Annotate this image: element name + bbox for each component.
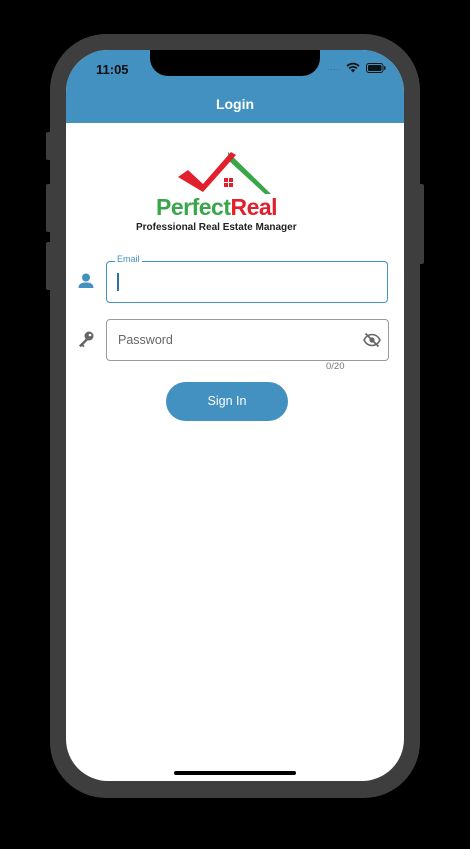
email-label: Email	[115, 254, 142, 264]
house-check-icon	[178, 152, 271, 194]
logo-word-real: Real	[230, 194, 278, 220]
volume-up-button	[46, 184, 52, 232]
signal-dots: ....	[327, 63, 340, 72]
status-time: 11:05	[96, 62, 129, 77]
password-field[interactable]: Password	[106, 319, 389, 361]
key-icon	[79, 331, 94, 348]
nav-bar: 11:05 .... Login	[66, 50, 404, 123]
volume-down-button	[46, 242, 52, 290]
person-icon	[78, 273, 94, 288]
logo: PerfectReal Professional Real Estate Man…	[136, 150, 316, 234]
sign-in-button[interactable]: Sign In	[166, 382, 288, 421]
page-title: Login	[215, 96, 255, 112]
password-counter: 0/20	[326, 361, 345, 372]
home-indicator	[174, 771, 296, 775]
status-icons: ....	[327, 62, 386, 73]
logo-tagline: Professional Real Estate Manager	[136, 222, 297, 233]
logo-word-perfect: Perfect	[156, 194, 231, 220]
battery-icon	[366, 62, 386, 73]
mute-switch	[46, 132, 52, 160]
power-button	[418, 184, 424, 264]
wifi-icon	[346, 62, 360, 73]
screen: 11:05 .... Login PerfectReal Professiona…	[66, 50, 404, 781]
text-caret	[117, 273, 119, 291]
notch	[150, 50, 320, 76]
password-placeholder: Password	[118, 333, 173, 347]
email-field[interactable]: Email	[106, 254, 388, 303]
eye-off-icon[interactable]	[363, 331, 381, 349]
logo-wordmark: PerfectReal	[156, 194, 278, 221]
